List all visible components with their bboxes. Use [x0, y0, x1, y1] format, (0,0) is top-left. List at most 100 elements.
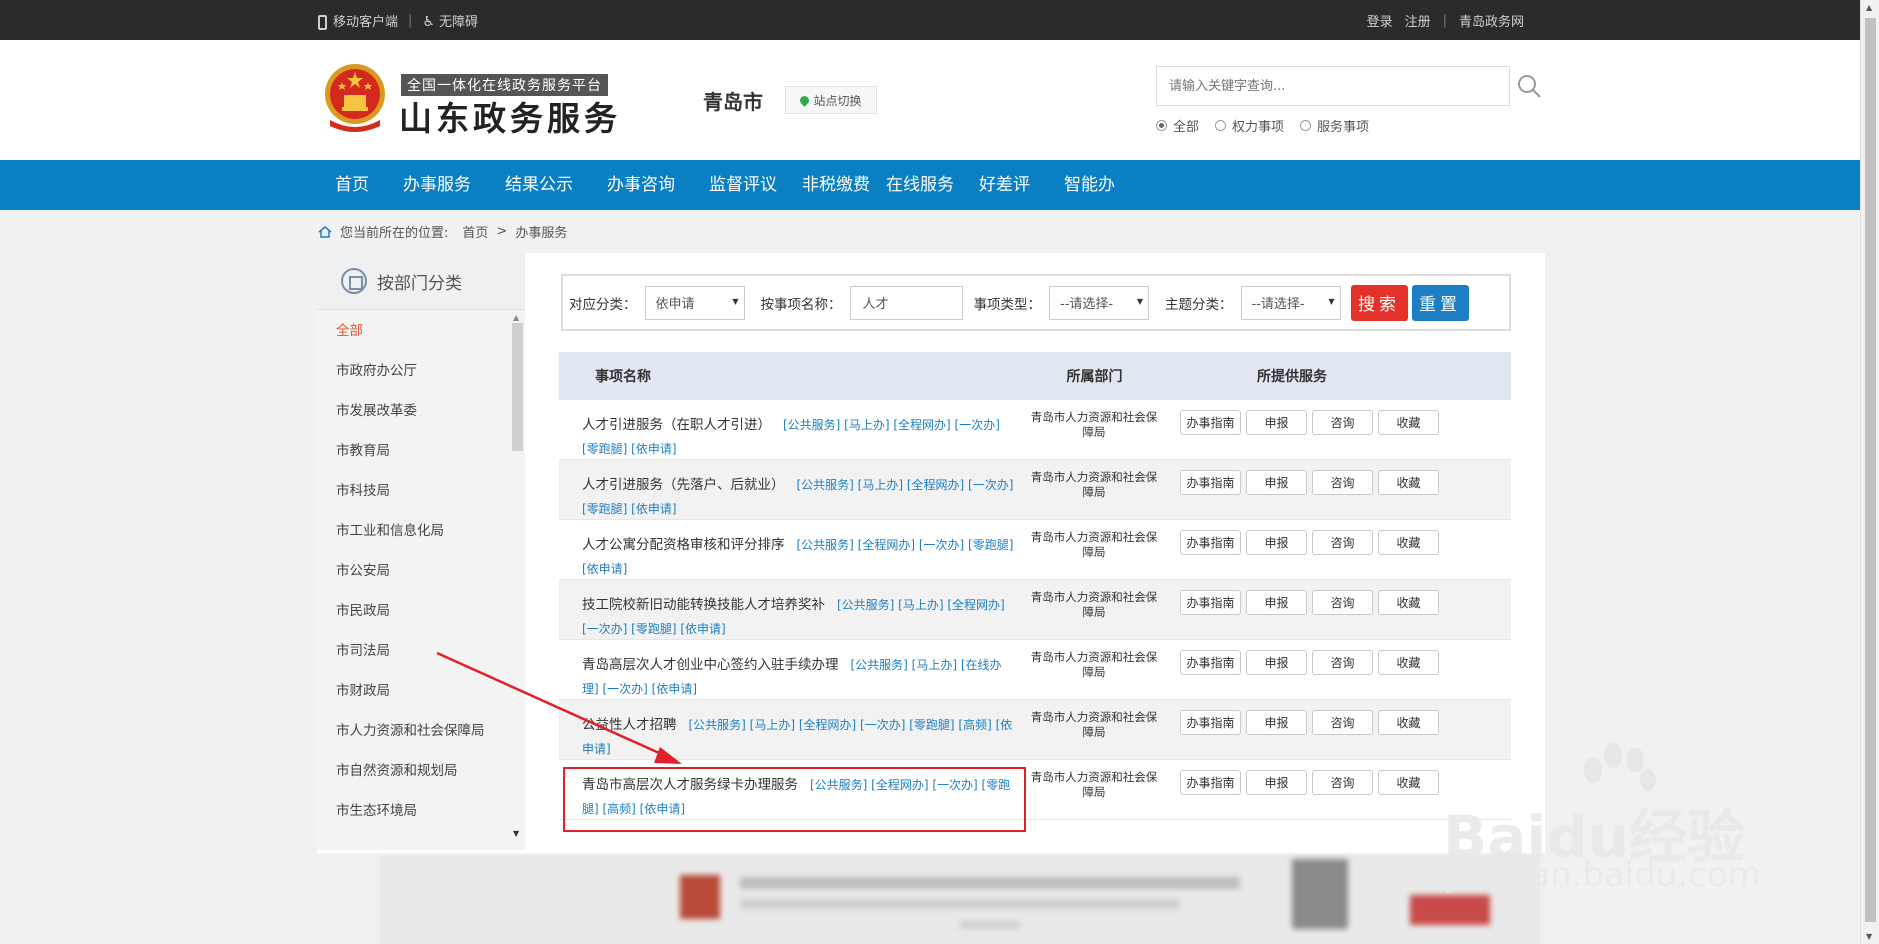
row-actions: 办事指南 申报 咨询 收藏 — [1180, 710, 1439, 735]
item-name[interactable]: 青岛高层次人才创业中心签约入驻手续办理 [公共服务] [马上办] [在线办理] [… — [582, 653, 1015, 701]
favorite-button[interactable]: 收藏 — [1378, 710, 1439, 735]
radio-service-items[interactable]: 服务事项 — [1300, 116, 1369, 135]
search-button[interactable]: 搜索 — [1350, 284, 1408, 321]
sidebar-item[interactable]: 市教育局 — [317, 431, 507, 471]
item-name-input[interactable]: 人才 — [849, 285, 963, 320]
item-name[interactable]: 人才引进服务（在职人才引进） [公共服务] [马上办] [全程网办] [一次办] … — [582, 413, 1015, 461]
apply-button[interactable]: 申报 — [1246, 590, 1307, 615]
department-list: 全部 市政府办公厅 市发展改革委 市教育局 市科技局 市工业和信息化局 市公安局… — [317, 311, 507, 850]
nav-supervision[interactable]: 监督评议 — [692, 160, 794, 210]
scroll-up-icon[interactable]: ▲ — [513, 313, 519, 322]
item-department: 青岛市人力资源和社会保障局 — [1030, 470, 1158, 499]
register-link[interactable]: 注册 — [1405, 11, 1431, 30]
sidebar-item[interactable]: 市民政局 — [317, 591, 507, 631]
guide-button[interactable]: 办事指南 — [1180, 650, 1241, 675]
paw-icon — [1584, 742, 1656, 791]
sidebar-item[interactable]: 市政府办公厅 — [317, 351, 507, 391]
apply-button[interactable]: 申报 — [1246, 410, 1307, 435]
consult-button[interactable]: 咨询 — [1312, 590, 1373, 615]
mobile-client-link[interactable]: 移动客户端 — [318, 11, 398, 30]
item-name[interactable]: 技工院校新旧动能转换技能人才培养奖补 [公共服务] [马上办] [全程网办] [一… — [582, 593, 1015, 641]
item-department: 青岛市人力资源和社会保障局 — [1030, 770, 1158, 799]
guide-button[interactable]: 办事指南 — [1180, 410, 1241, 435]
top-bar: 移动客户端 | ♿ 无障碍 登录 注册 | 青岛政务网 — [0, 0, 1860, 40]
consult-button[interactable]: 咨询 — [1312, 650, 1373, 675]
sidebar-scrollbar[interactable]: ▲ ▼ — [509, 311, 525, 850]
guide-button[interactable]: 办事指南 — [1180, 770, 1241, 795]
footer-text-image — [960, 921, 1020, 929]
apply-button[interactable]: 申报 — [1246, 530, 1307, 555]
guide-button[interactable]: 办事指南 — [1180, 710, 1241, 735]
consult-button[interactable]: 咨询 — [1312, 410, 1373, 435]
item-name[interactable]: 人才引进服务（先落户、后就业） [公共服务] [马上办] [全程网办] [一次办]… — [582, 473, 1015, 521]
page-scrollbar[interactable]: ▲ ▼ — [1860, 0, 1879, 944]
nav-online-services[interactable]: 在线服务 — [878, 160, 962, 210]
apply-button[interactable]: 申报 — [1246, 770, 1307, 795]
radio-all[interactable]: 全部 — [1156, 116, 1199, 135]
sidebar-item[interactable]: 市生态环境局 — [317, 791, 507, 831]
item-name[interactable]: 青岛市高层次人才服务绿卡办理服务 [公共服务] [全程网办] [一次办] [零跑腿… — [582, 773, 1015, 821]
scroll-down-icon[interactable]: ▼ — [1866, 932, 1872, 941]
radio-power-items[interactable]: 权力事项 — [1215, 116, 1284, 135]
scroll-down-icon[interactable]: ▼ — [513, 829, 519, 838]
sidebar-item[interactable]: 市公安局 — [317, 551, 507, 591]
qingdao-gov-link[interactable]: 青岛政务网 — [1459, 11, 1524, 30]
nav-rating[interactable]: 好差评 — [962, 160, 1047, 210]
search-input[interactable] — [1157, 67, 1509, 105]
reset-button[interactable]: 重置 — [1411, 284, 1469, 321]
sidebar-item[interactable]: 市司法局 — [317, 631, 507, 671]
apply-button[interactable]: 申报 — [1246, 470, 1307, 495]
sidebar-item[interactable]: 市工业和信息化局 — [317, 511, 507, 551]
site-switch-button[interactable]: 站点切换 — [785, 86, 877, 114]
favorite-button[interactable]: 收藏 — [1378, 590, 1439, 615]
category-select[interactable]: 依申请 — [644, 285, 745, 320]
national-emblem-icon — [325, 64, 385, 132]
item-name[interactable]: 人才公寓分配资格审核和评分排序 [公共服务] [全程网办] [一次办] [零跑腿]… — [582, 533, 1015, 581]
consult-button[interactable]: 咨询 — [1312, 770, 1373, 795]
favorite-button[interactable]: 收藏 — [1378, 650, 1439, 675]
consult-button[interactable]: 咨询 — [1312, 470, 1373, 495]
row-actions: 办事指南 申报 咨询 收藏 — [1180, 770, 1439, 795]
sidebar-item[interactable]: 市人力资源和社会保障局 — [317, 711, 507, 751]
scroll-thumb[interactable] — [512, 323, 523, 451]
filter-bar: 对应分类： 依申请 按事项名称： 人才 事项类型： --请选择- 主题分类： -… — [561, 274, 1511, 331]
guide-button[interactable]: 办事指南 — [1180, 530, 1241, 555]
nav-home[interactable]: 首页 — [318, 160, 386, 210]
accessibility-link[interactable]: ♿ 无障碍 — [422, 11, 478, 30]
sidebar-item[interactable]: 市自然资源和规划局 — [317, 751, 507, 791]
row-actions: 办事指南 申报 咨询 收藏 — [1180, 650, 1439, 675]
site-header: 全国一体化在线政务服务平台 山东政务服务 青岛市 站点切换 全部 权力事项 服务… — [0, 40, 1860, 160]
breadcrumb-home[interactable]: 首页 — [462, 222, 488, 241]
item-name[interactable]: 公益性人才招聘 [公共服务] [马上办] [全程网办] [一次办] [零跑腿] [… — [582, 713, 1015, 761]
row-actions: 办事指南 申报 咨询 收藏 — [1180, 410, 1439, 435]
favorite-button[interactable]: 收藏 — [1378, 530, 1439, 555]
divider: | — [1442, 12, 1447, 28]
favorite-button[interactable]: 收藏 — [1378, 410, 1439, 435]
scroll-up-icon[interactable]: ▲ — [1866, 3, 1872, 12]
nav-consult[interactable]: 办事咨询 — [590, 160, 692, 210]
consult-button[interactable]: 咨询 — [1312, 710, 1373, 735]
search-icon[interactable] — [1514, 71, 1544, 101]
table-header: 事项名称 所属部门 所提供服务 — [559, 352, 1511, 400]
logo-title[interactable]: 山东政务服务 — [399, 92, 621, 140]
apply-button[interactable]: 申报 — [1246, 710, 1307, 735]
nav-nontax-payment[interactable]: 非税缴费 — [794, 160, 878, 210]
apply-button[interactable]: 申报 — [1246, 650, 1307, 675]
consult-button[interactable]: 咨询 — [1312, 530, 1373, 555]
sidebar-item[interactable]: 市财政局 — [317, 671, 507, 711]
nav-smart[interactable]: 智能办 — [1047, 160, 1132, 210]
login-link[interactable]: 登录 — [1367, 11, 1393, 30]
sidebar-item-all[interactable]: 全部 — [317, 311, 507, 351]
breadcrumb-current[interactable]: 办事服务 — [515, 222, 567, 241]
sidebar-item[interactable]: 市发展改革委 — [317, 391, 507, 431]
topic-select[interactable]: --请选择- — [1240, 285, 1341, 320]
sidebar-item[interactable]: 市科技局 — [317, 471, 507, 511]
item-type-select[interactable]: --请选择- — [1049, 285, 1149, 320]
scroll-thumb[interactable] — [1865, 18, 1876, 922]
favorite-button[interactable]: 收藏 — [1378, 470, 1439, 495]
nav-results[interactable]: 结果公示 — [488, 160, 590, 210]
nav-services[interactable]: 办事服务 — [386, 160, 488, 210]
favorite-button[interactable]: 收藏 — [1378, 770, 1439, 795]
guide-button[interactable]: 办事指南 — [1180, 590, 1241, 615]
guide-button[interactable]: 办事指南 — [1180, 470, 1241, 495]
